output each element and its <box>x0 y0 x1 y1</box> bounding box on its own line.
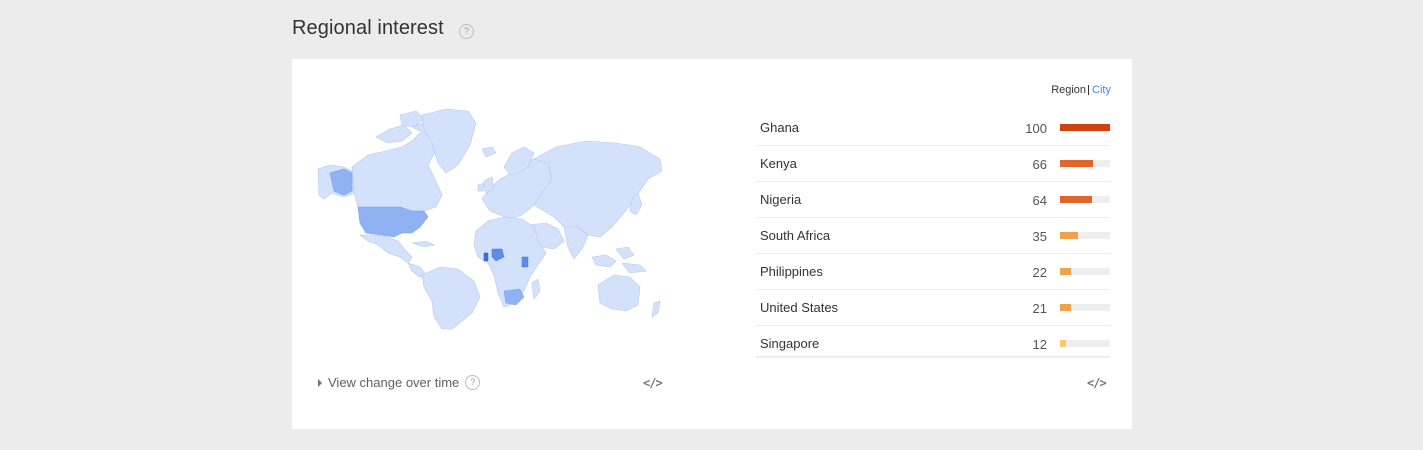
help-icon[interactable]: ? <box>465 375 481 390</box>
embed-code-icon[interactable]: </> <box>1087 376 1107 390</box>
regional-interest-card: View change over time ? </> Region City G… <box>292 59 1132 429</box>
toggle-separator <box>1088 85 1090 96</box>
region-name: United States <box>760 300 839 315</box>
view-change-over-time[interactable]: View change over time ? <box>318 375 481 390</box>
region-name: Ghana <box>760 120 800 135</box>
interest-bar-fill <box>1060 124 1110 131</box>
map-india <box>563 226 589 260</box>
list-item[interactable]: Kenya 66 <box>756 146 1110 182</box>
region-value: 35 <box>1032 229 1047 244</box>
region-value: 12 <box>1032 337 1047 352</box>
interest-bar-fill <box>1060 196 1092 203</box>
region-list: Ghana 100 Kenya 66 Nigeria 64 South Africa 35 Ph… <box>756 110 1110 361</box>
help-icon[interactable]: ? <box>459 24 474 39</box>
interest-bar <box>1060 124 1110 131</box>
interest-bar-fill <box>1060 160 1093 167</box>
city-toggle[interactable]: City <box>1092 84 1111 96</box>
list-item[interactable]: United States 21 <box>756 290 1110 326</box>
world-map[interactable] <box>316 107 668 332</box>
interest-bar <box>1060 340 1110 347</box>
list-item[interactable]: Nigeria 64 <box>756 182 1110 218</box>
region-value: 66 <box>1032 157 1047 172</box>
region-name: Philippines <box>760 264 823 279</box>
map-asia <box>533 140 663 238</box>
regional-interest-page: Regional interest ? View change over tim… <box>0 0 1423 450</box>
interest-bar <box>1060 160 1110 167</box>
embed-code-icon[interactable]: </> <box>643 376 663 390</box>
list-item[interactable]: Philippines 22 <box>756 254 1110 290</box>
interest-bar <box>1060 268 1110 275</box>
region-value: 100 <box>1025 121 1047 136</box>
region-toggle[interactable]: Region <box>1051 84 1086 96</box>
region-value: 21 <box>1032 301 1047 316</box>
list-item[interactable]: South Africa 35 <box>756 218 1110 254</box>
interest-bar <box>1060 304 1110 311</box>
map-canada <box>351 132 443 212</box>
section-title: Regional interest <box>292 17 444 39</box>
region-name: South Africa <box>760 228 831 243</box>
interest-bar-fill <box>1060 268 1071 275</box>
region-value: 22 <box>1032 265 1047 280</box>
map-kenya <box>521 256 529 268</box>
map-south-america <box>421 266 481 330</box>
interest-bar-fill <box>1060 304 1071 311</box>
interest-bar <box>1060 232 1110 239</box>
region-city-toggle: Region City <box>1051 84 1111 96</box>
region-name: Nigeria <box>760 192 802 207</box>
world-map-svg <box>317 108 663 330</box>
region-value: 64 <box>1032 193 1047 208</box>
list-divider <box>756 356 1110 359</box>
interest-bar <box>1060 196 1110 203</box>
interest-bar-fill <box>1060 340 1066 347</box>
map-mexico <box>359 234 413 264</box>
map-united-states <box>357 206 429 238</box>
region-name: Kenya <box>760 156 797 171</box>
map-arctic-islands <box>375 124 413 144</box>
region-name: Singapore <box>760 336 820 351</box>
map-ghana <box>483 252 489 262</box>
caret-right-icon <box>318 378 322 387</box>
interest-bar-fill <box>1060 232 1078 239</box>
list-item[interactable]: Ghana 100 <box>756 110 1110 146</box>
map-south-africa <box>503 288 525 306</box>
view-change-label: View change over time <box>328 375 460 390</box>
map-australia <box>597 274 641 312</box>
